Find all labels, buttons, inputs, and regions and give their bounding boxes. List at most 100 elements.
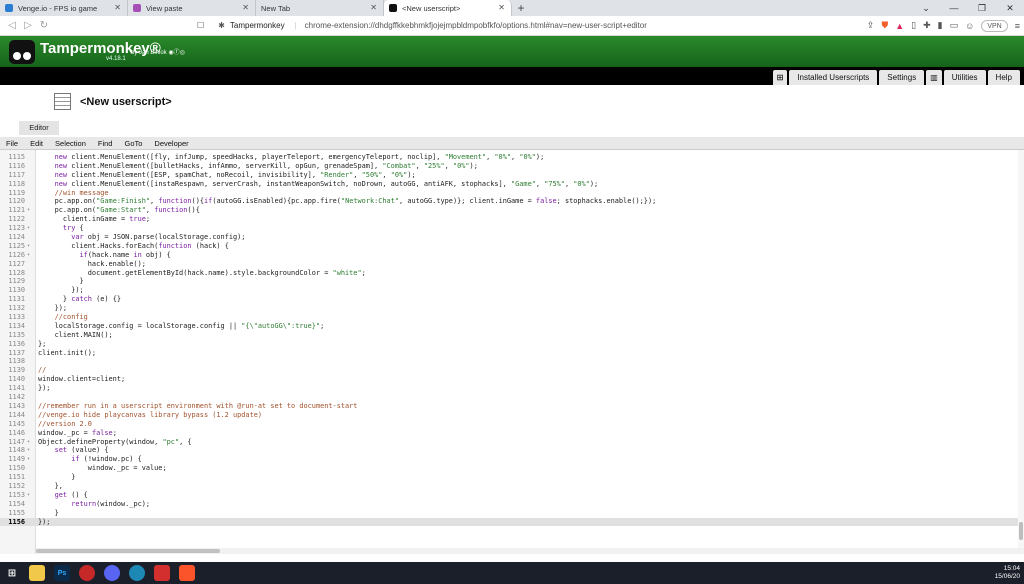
- code-line[interactable]: 1135 client.MAIN();: [0, 331, 1024, 340]
- code-line[interactable]: 1146 window._pc = false;: [0, 429, 1024, 438]
- code-line[interactable]: 1138: [0, 357, 1024, 366]
- code-line[interactable]: 1124 var obj = JSON.parse(localStorage.c…: [0, 233, 1024, 242]
- code-line[interactable]: 1152 },: [0, 482, 1024, 491]
- fold-arrow-icon[interactable]: ▾: [27, 224, 30, 233]
- tab-settings[interactable]: Settings: [879, 70, 925, 85]
- new-tab-button[interactable]: +: [512, 0, 530, 16]
- code-line[interactable]: 1126 ▾ if(hack.name in obj) {: [0, 251, 1024, 260]
- code-line[interactable]: 1149 ▾ if (!window.pc) {: [0, 455, 1024, 464]
- vertical-scroll-thumb[interactable]: [1019, 522, 1023, 540]
- code-line[interactable]: 1155 }: [0, 509, 1024, 518]
- horizontal-scrollbar[interactable]: [36, 548, 1024, 554]
- fold-arrow-icon[interactable]: ▾: [27, 251, 30, 260]
- fold-arrow-icon[interactable]: ▾: [27, 446, 30, 455]
- url-text[interactable]: chrome-extension://dhdgffkkebhmkfjojejmp…: [305, 21, 647, 30]
- code-line[interactable]: 1134 localStorage.config = localStorage.…: [0, 322, 1024, 331]
- fold-arrow-icon[interactable]: ▾: [27, 242, 30, 251]
- code-line[interactable]: 1125 ▾ client.Hacks.forEach(function (hac…: [0, 242, 1024, 251]
- discord-icon[interactable]: [104, 565, 120, 581]
- file-explorer-icon[interactable]: [29, 565, 45, 581]
- tab-utilities[interactable]: Utilities: [943, 70, 986, 85]
- menu-icon[interactable]: ≡: [1015, 21, 1020, 31]
- code-line[interactable]: 1118 new client.MenuElement([instaRespaw…: [0, 180, 1024, 189]
- code-line[interactable]: 1140 window.client=client;: [0, 375, 1024, 384]
- wallet-icon[interactable]: ▭: [950, 20, 959, 31]
- code-line[interactable]: 1143 //remember run in a userscript envir…: [0, 402, 1024, 411]
- brave-browser-icon[interactable]: [179, 565, 195, 581]
- code-line[interactable]: 1156});: [0, 517, 1024, 527]
- share-icon[interactable]: ⇪: [867, 20, 875, 31]
- bookmarks-icon[interactable]: ▮: [938, 20, 943, 31]
- code-line[interactable]: 1120 pc.app.on("Game:Finish", function()…: [0, 197, 1024, 206]
- menu-file[interactable]: File: [0, 137, 24, 149]
- photoshop-icon[interactable]: Ps: [54, 565, 70, 581]
- code-editor[interactable]: 1115 new client.MenuElement([fly, infJum…: [0, 150, 1024, 554]
- edge-icon[interactable]: [129, 565, 145, 581]
- browser-tab-new-userscript[interactable]: <New userscript> ✕: [384, 0, 512, 16]
- code-line[interactable]: 1139 //: [0, 366, 1024, 375]
- browser-tab-view-paste[interactable]: View paste ✕: [128, 0, 256, 16]
- code-line[interactable]: 1127 hack.enable();: [0, 260, 1024, 269]
- tab-search-icon[interactable]: ⌄: [912, 0, 940, 16]
- vpn-button[interactable]: VPN: [981, 19, 1008, 32]
- code-line[interactable]: 1142: [0, 393, 1024, 402]
- code-line[interactable]: 1122 client.inGame = true;: [0, 215, 1024, 224]
- code-line[interactable]: 1117 new client.MenuElement([ESP, spamCh…: [0, 171, 1024, 180]
- code-line[interactable]: 1153 ▾ get () {: [0, 491, 1024, 500]
- browser-tab-venge[interactable]: Venge.io - FPS io game ✕: [0, 0, 128, 16]
- close-icon[interactable]: ✕: [370, 3, 377, 12]
- profile-icon[interactable]: ☺: [965, 21, 974, 31]
- code-line[interactable]: 1133 //config: [0, 313, 1024, 322]
- windows-start-icon[interactable]: ⊞: [4, 565, 20, 581]
- code-line[interactable]: 1123 ▾ try {: [0, 224, 1024, 233]
- close-window-icon[interactable]: ✕: [996, 0, 1024, 16]
- code-line[interactable]: 1132 });: [0, 304, 1024, 313]
- horizontal-scroll-thumb[interactable]: [36, 549, 220, 553]
- tab-trash-icon[interactable]: ▥: [926, 70, 942, 85]
- game-app-icon[interactable]: [154, 565, 170, 581]
- code-line[interactable]: 1150 window._pc = value;: [0, 464, 1024, 473]
- system-clock[interactable]: 15:04 15/06/20: [995, 565, 1024, 581]
- fold-arrow-icon[interactable]: ▾: [27, 491, 30, 500]
- sidebar-icon[interactable]: ▯: [911, 20, 916, 31]
- code-line[interactable]: 1131 } catch (e) {}: [0, 295, 1024, 304]
- brave-shield-icon[interactable]: ⛊: [881, 20, 888, 31]
- code-line[interactable]: 1151 }: [0, 473, 1024, 482]
- code-line[interactable]: 1147 ▾ Object.defineProperty(window, "pc",…: [0, 438, 1024, 447]
- close-icon[interactable]: ✕: [242, 3, 249, 12]
- code-line[interactable]: 1148 ▾ set (value) {: [0, 446, 1024, 455]
- instagram-icon[interactable]: ◎: [180, 50, 185, 56]
- code-line[interactable]: 1137 client.init();: [0, 349, 1024, 358]
- code-line[interactable]: 1130 });: [0, 286, 1024, 295]
- close-icon[interactable]: ✕: [114, 3, 121, 12]
- bookmark-icon[interactable]: ☐: [197, 21, 204, 30]
- code-lines[interactable]: 1115 new client.MenuElement([fly, infJum…: [0, 153, 1024, 527]
- fold-arrow-icon[interactable]: ▾: [27, 455, 30, 464]
- menu-edit[interactable]: Edit: [24, 137, 49, 149]
- editor-tab[interactable]: Editor: [19, 121, 59, 135]
- reload-icon[interactable]: ↻: [36, 20, 52, 31]
- close-icon[interactable]: ✕: [498, 3, 505, 12]
- code-line[interactable]: 1141});: [0, 384, 1024, 393]
- back-icon[interactable]: ◁: [4, 20, 20, 31]
- code-line[interactable]: 1136};: [0, 340, 1024, 349]
- browser-tab-new-tab[interactable]: New Tab ✕: [256, 0, 384, 16]
- code-line[interactable]: 1119 //win message: [0, 189, 1024, 198]
- menu-developer[interactable]: Developer: [148, 137, 194, 149]
- media-app-icon[interactable]: [79, 565, 95, 581]
- menu-find[interactable]: Find: [92, 137, 119, 149]
- code-line[interactable]: 1144 //venge.io hide playcanvas library b…: [0, 411, 1024, 420]
- url-bar[interactable]: ☐ ✱ Tampermonkey | chrome-extension://dh…: [197, 18, 817, 33]
- forward-icon[interactable]: ▷: [20, 20, 36, 31]
- menu-goto[interactable]: GoTo: [118, 137, 148, 149]
- code-line[interactable]: 1116 new client.MenuElement([bulletHacks…: [0, 162, 1024, 171]
- add-script-tab[interactable]: ⊞: [772, 70, 788, 85]
- menu-selection[interactable]: Selection: [49, 137, 92, 149]
- code-line[interactable]: 1115 new client.MenuElement([fly, infJum…: [0, 153, 1024, 162]
- fold-arrow-icon[interactable]: ▾: [27, 206, 30, 215]
- fold-arrow-icon[interactable]: ▾: [27, 438, 30, 447]
- code-line[interactable]: 1121 ▾ pc.app.on("Game:Start", function()…: [0, 206, 1024, 215]
- tab-help[interactable]: Help: [987, 70, 1020, 85]
- minimize-icon[interactable]: —: [940, 0, 968, 16]
- restore-icon[interactable]: ❐: [968, 0, 996, 16]
